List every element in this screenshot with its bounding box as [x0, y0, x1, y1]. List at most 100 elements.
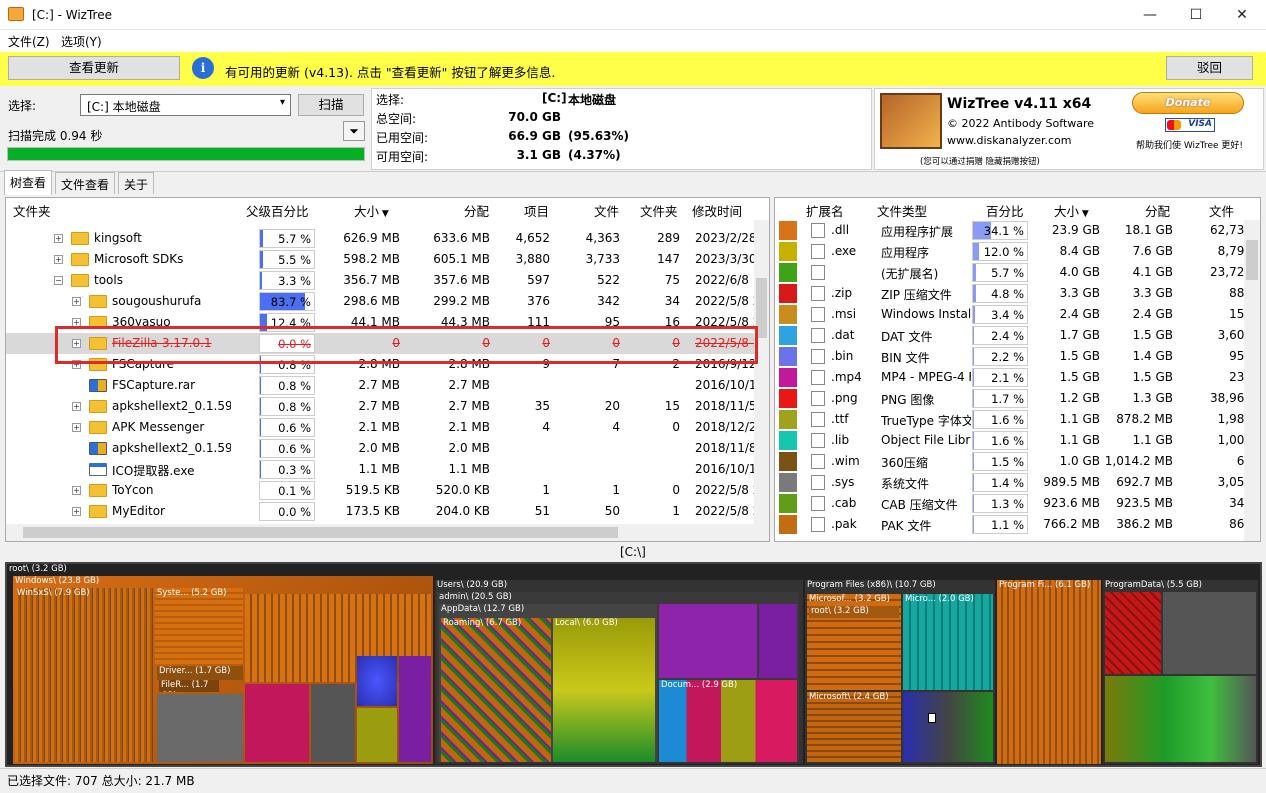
- table-row[interactable]: apkshellext2_0.1.5961. 0.6 % 2.0 MB 2.0 MB 2…: [6, 438, 769, 459]
- col-allocated[interactable]: 分配: [464, 201, 489, 220]
- table-row[interactable]: ICO提取器.exe 0.3 % 1.1 MB 1.1 MB 2016/10/11: [6, 459, 769, 480]
- donate-button[interactable]: Donate: [1132, 92, 1244, 114]
- table-row[interactable]: FSCapture.rar 0.8 % 2.7 MB 2.7 MB 2016/10/11: [6, 375, 769, 396]
- col-files[interactable]: 文件: [594, 201, 619, 220]
- treemap-block[interactable]: [759, 604, 797, 678]
- table-row[interactable]: + Microsoft SDKs 5.5 % 598.2 MB 605.1 MB 3,88…: [6, 249, 769, 270]
- brand-site-link[interactable]: www.diskanalyzer.com: [947, 134, 1072, 147]
- treemap-block[interactable]: [1105, 592, 1161, 674]
- col-folder[interactable]: 文件夹: [13, 201, 51, 220]
- cell-alloc: 2.0 MB: [448, 441, 490, 455]
- tree-hscroll-thumb[interactable]: [23, 527, 618, 538]
- minimize-button[interactable]: —: [1127, 0, 1173, 30]
- col-file-type[interactable]: 文件类型: [877, 201, 927, 220]
- cell-size: 1.1 GB: [1059, 433, 1100, 447]
- treemap-block[interactable]: [311, 684, 355, 762]
- table-row[interactable]: + kingsoft 5.7 % 626.9 MB 633.6 MB 4,652 4,363…: [6, 228, 769, 249]
- dismiss-button[interactable]: 驳回: [1166, 56, 1253, 80]
- drive-select[interactable]: [C:] 本地磁盘 ▾: [80, 94, 291, 116]
- tab-about[interactable]: 关于: [118, 172, 155, 194]
- table-row[interactable]: + apkshellext2_0.1.5961. 0.8 % 2.7 MB 2.7 MB…: [6, 396, 769, 417]
- treemap-root-folder[interactable]: root\ (3.2 GB): [809, 606, 899, 618]
- treemap-block[interactable]: [1105, 676, 1256, 762]
- scan-progress-bar: [7, 147, 365, 161]
- table-row[interactable]: − tools 3.3 % 356.7 MB 357.6 MB 597 522 75 2022/…: [6, 270, 769, 291]
- table-row[interactable]: + APK Messenger 0.6 % 2.1 MB 2.1 MB 4 4 0 2018/1…: [6, 417, 769, 438]
- treemap-local[interactable]: Local\ (6.0 GB): [553, 618, 655, 762]
- col-extension[interactable]: 扩展名: [806, 201, 844, 220]
- expand-icon[interactable]: +: [54, 255, 63, 264]
- treemap-block[interactable]: [399, 656, 431, 762]
- menu-file[interactable]: 文件(Z): [8, 33, 50, 50]
- treemap-block[interactable]: [659, 604, 757, 678]
- tab-tree-view[interactable]: 树查看: [4, 170, 53, 195]
- folder-name: Microsoft SDKs: [94, 252, 184, 266]
- col-ext-size[interactable]: 大小 ▼: [1054, 201, 1089, 220]
- maximize-button[interactable]: ☐: [1173, 0, 1219, 30]
- col-modified[interactable]: 修改时间: [692, 201, 742, 220]
- table-row[interactable]: .lib Object File Libra 1.6 % 1.1 GB 1.1 GB 1,…: [775, 430, 1260, 451]
- col-ext-allocated[interactable]: 分配: [1145, 201, 1170, 220]
- table-row[interactable]: .mp4 MP4 - MPEG-4 F 2.1 % 1.5 GB 1.5 GB 232: [775, 367, 1260, 388]
- close-button[interactable]: ✕: [1219, 0, 1265, 30]
- cell-modified: 2018/11/5: [695, 399, 755, 413]
- treemap-system[interactable]: Syste... (5.2 GB): [155, 588, 243, 664]
- table-row[interactable]: .bin BIN 文件 2.2 % 1.5 GB 1.4 GB 953: [775, 346, 1260, 367]
- cell-extension: .dll: [831, 223, 850, 237]
- treemap-view[interactable]: root\ (3.2 GB) Windows\ (23.8 GB) WinSxS…: [5, 562, 1262, 767]
- treemap-block[interactable]: [245, 684, 309, 762]
- treemap-label: Users\ (20.9 GB): [437, 580, 508, 590]
- table-row[interactable]: .zip ZIP 压缩文件 4.8 % 3.3 GB 3.3 GB 883: [775, 283, 1260, 304]
- cell-alloc: 605.1 MB: [433, 252, 490, 266]
- col-folders[interactable]: 文件夹: [640, 201, 678, 220]
- ext-vertical-scrollbar[interactable]: [1244, 220, 1260, 541]
- tree-vertical-scrollbar[interactable]: [754, 220, 769, 524]
- expand-icon[interactable]: +: [72, 297, 81, 306]
- col-size[interactable]: 大小 ▼: [354, 201, 389, 220]
- table-row[interactable]: + ToYcon 0.1 % 519.5 KB 520.0 KB 1 1 0 2022/5/8 …: [6, 480, 769, 501]
- treemap-micro-2[interactable]: Micro... (2.0 GB): [903, 594, 993, 690]
- table-row[interactable]: .png PNG 图像 1.7 % 1.2 GB 1.3 GB 38,962: [775, 388, 1260, 409]
- table-row[interactable]: .ttf TrueType 字体文 1.6 % 1.1 GB 878.2 MB 1,984: [775, 409, 1260, 430]
- filter-icon[interactable]: ⏷: [343, 121, 365, 141]
- table-row[interactable]: .sys 系统文件 1.4 % 989.5 MB 692.7 MB 3,054: [775, 472, 1260, 493]
- expand-icon[interactable]: +: [72, 423, 81, 432]
- treemap-filer[interactable]: FileR... (1.7 GB): [159, 680, 219, 692]
- table-row[interactable]: .cab CAB 压缩文件 1.3 % 923.6 MB 923.5 MB 341: [775, 493, 1260, 514]
- expand-icon[interactable]: +: [72, 402, 81, 411]
- expand-icon[interactable]: +: [72, 486, 81, 495]
- table-row[interactable]: .dll 应用程序扩展 34.1 % 23.9 GB 18.1 GB 62,733: [775, 220, 1260, 241]
- expand-icon[interactable]: +: [72, 507, 81, 516]
- table-row[interactable]: + sougoushurufa 83.7 % 298.6 MB 299.2 MB 376 3…: [6, 291, 769, 312]
- collapse-icon[interactable]: −: [54, 276, 63, 285]
- table-row[interactable]: (无扩展名) 5.7 % 4.0 GB 4.1 GB 23,725: [775, 262, 1260, 283]
- treemap-documents[interactable]: Docum... (2.9 GB): [659, 680, 797, 762]
- tab-file-view[interactable]: 文件查看: [55, 172, 116, 194]
- treemap-block[interactable]: [157, 694, 243, 762]
- scan-button[interactable]: 扫描: [298, 94, 364, 116]
- treemap-program-files[interactable]: Program Fi... (6.1 GB): [997, 580, 1101, 764]
- treemap-roaming[interactable]: Roaming\ (6.7 GB): [441, 618, 551, 762]
- treemap-block[interactable]: [357, 656, 397, 706]
- col-ext-files[interactable]: 文件: [1209, 201, 1234, 220]
- ext-scroll-thumb[interactable]: [1246, 240, 1258, 280]
- table-row[interactable]: .wim 360压缩 1.5 % 1.0 GB 1,014.2 MB62: [775, 451, 1260, 472]
- expand-icon[interactable]: +: [54, 234, 63, 243]
- menu-options[interactable]: 选项(Y): [61, 33, 102, 50]
- treemap-microsoft-3[interactable]: Microsoft\ (2.4 GB): [807, 692, 901, 762]
- treemap-block[interactable]: [903, 692, 993, 762]
- treemap-driver[interactable]: Driver... (1.7 GB): [157, 666, 243, 680]
- treemap-winsxs[interactable]: WinSxS\ (7.9 GB): [15, 588, 153, 762]
- table-row[interactable]: + MyEditor 0.0 % 173.5 KB 204.0 KB 51 50 1 2022/…: [6, 501, 769, 522]
- col-parent-pct[interactable]: 父级百分比: [246, 201, 309, 220]
- table-row[interactable]: .msi Windows Installe 3.4 % 2.4 GB 2.4 GB 155: [775, 304, 1260, 325]
- treemap-block[interactable]: [1163, 592, 1256, 674]
- treemap-block[interactable]: [357, 708, 397, 762]
- table-row[interactable]: .exe 应用程序 12.0 % 8.4 GB 7.6 GB 8,795: [775, 241, 1260, 262]
- col-items[interactable]: 项目: [524, 201, 549, 220]
- table-row[interactable]: .dat DAT 文件 2.4 % 1.7 GB 1.5 GB 3,602: [775, 325, 1260, 346]
- check-update-button[interactable]: 查看更新: [8, 56, 180, 80]
- tree-horizontal-scrollbar[interactable]: [6, 524, 769, 541]
- col-percent[interactable]: 百分比: [986, 201, 1024, 220]
- table-row[interactable]: .pak PAK 文件 1.1 % 766.2 MB 386.2 MB 866: [775, 514, 1260, 535]
